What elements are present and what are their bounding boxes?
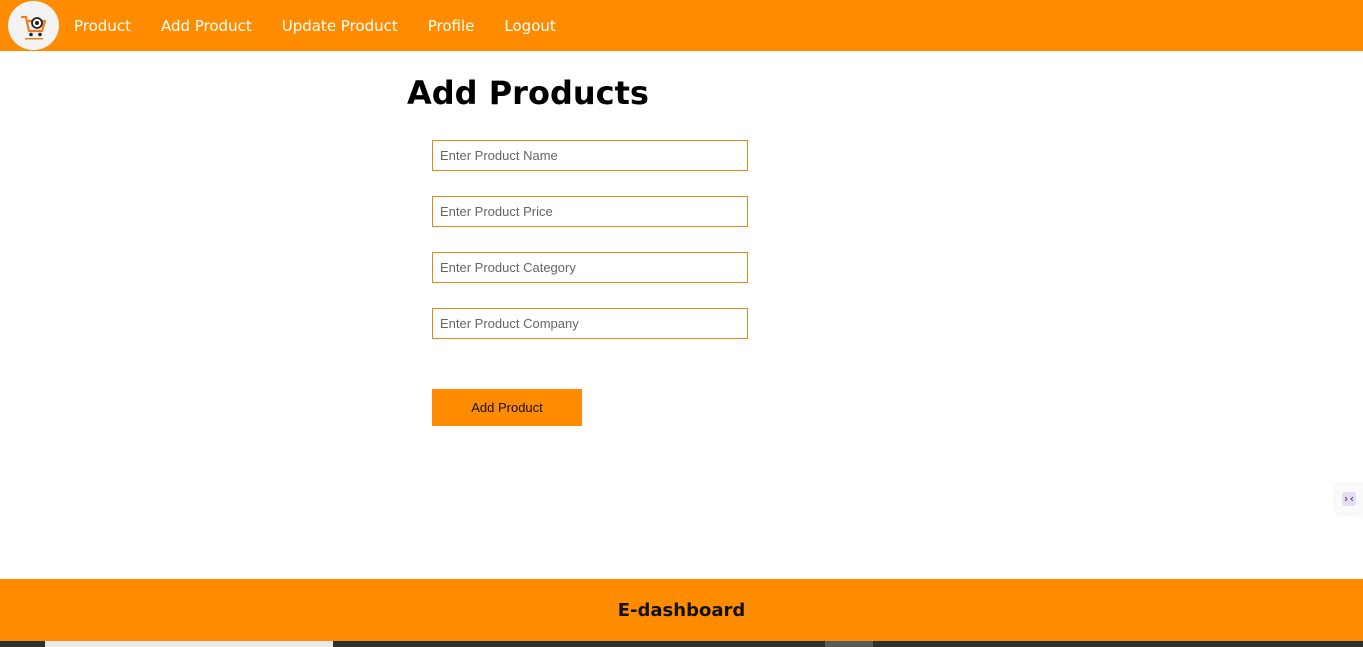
product-name-input[interactable] [432, 140, 748, 171]
shopping-cart-logo-icon [20, 15, 46, 39]
nav-link-logout[interactable]: Logout [504, 17, 555, 35]
strip-segment [825, 641, 873, 647]
navbar: Product Add Product Update Product Profi… [0, 0, 1363, 51]
footer-title: E-dashboard [617, 599, 746, 621]
logo[interactable] [8, 1, 59, 50]
strip-segment [45, 641, 333, 647]
footer: E-dashboard [0, 579, 1363, 641]
product-price-input[interactable] [432, 196, 748, 227]
nav-links: Product Add Product Update Product Profi… [74, 0, 586, 51]
side-widget[interactable] [1335, 484, 1363, 514]
nav-link-update-product[interactable]: Update Product [282, 17, 398, 35]
nav-link-profile[interactable]: Profile [428, 17, 475, 35]
product-category-input[interactable] [432, 252, 748, 283]
product-company-input[interactable] [432, 308, 748, 339]
page-title: Add Products [407, 74, 649, 112]
bottom-strip [0, 641, 1363, 647]
nav-link-product[interactable]: Product [74, 17, 131, 35]
extension-icon [1342, 492, 1356, 506]
add-product-button[interactable]: Add Product [432, 389, 582, 426]
nav-link-add-product[interactable]: Add Product [161, 17, 252, 35]
